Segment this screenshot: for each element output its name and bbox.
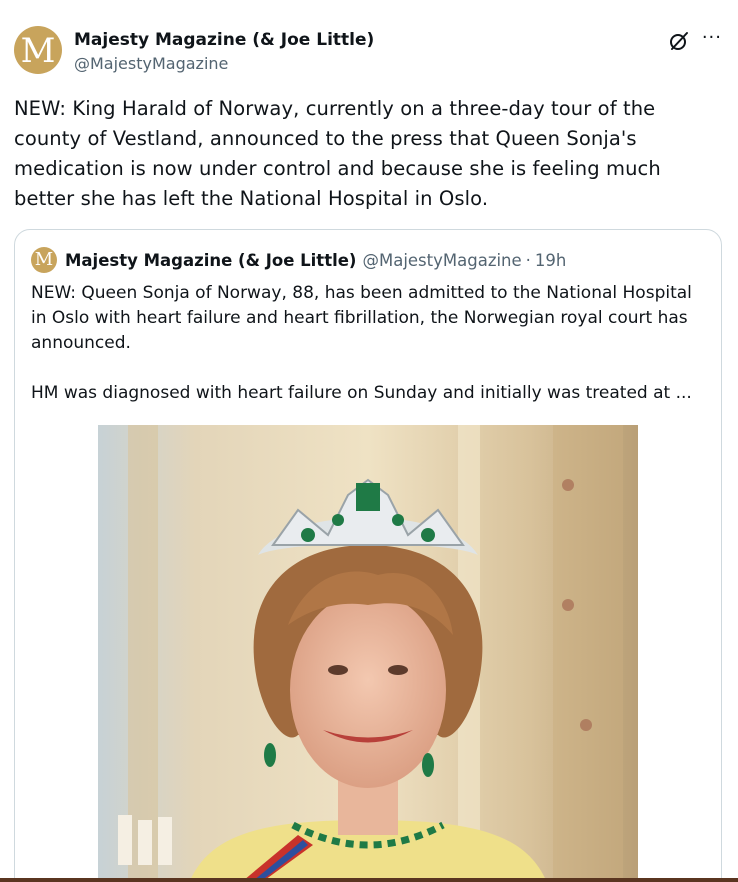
separator-dot: · xyxy=(525,250,531,270)
author-name[interactable]: Majesty Magazine (& Joe Little) xyxy=(74,29,374,51)
quoted-timestamp: 19h xyxy=(534,250,567,270)
quoted-tweet-header: M Majesty Magazine (& Joe Little) @Majes… xyxy=(31,247,566,273)
quoted-author-handle: @MajestyMagazine xyxy=(362,250,522,270)
more-icon[interactable]: ··· xyxy=(702,29,722,47)
bottom-divider xyxy=(0,878,738,882)
quoted-text: NEW: Queen Sonja of Norway, 88, has been… xyxy=(31,281,711,406)
avatar-letter: M xyxy=(20,31,56,71)
tweet: M Majesty Magazine (& Joe Little) @Majes… xyxy=(0,0,738,882)
quoted-author-name: Majesty Magazine (& Joe Little) xyxy=(65,250,357,270)
avatar[interactable]: M xyxy=(14,26,62,74)
quoted-paragraph-1: NEW: Queen Sonja of Norway, 88, has been… xyxy=(31,283,692,353)
tweet-actions: ··· xyxy=(666,28,722,54)
quoted-paragraph-2: HM was diagnosed with heart failure on S… xyxy=(31,383,692,403)
quoted-avatar: M xyxy=(31,247,57,273)
grok-icon[interactable] xyxy=(666,28,692,54)
queen-portrait-photo[interactable] xyxy=(98,425,638,882)
quoted-avatar-letter: M xyxy=(34,249,54,270)
quoted-tweet[interactable]: M Majesty Magazine (& Joe Little) @Majes… xyxy=(14,229,722,882)
author-block: Majesty Magazine (& Joe Little) @Majesty… xyxy=(74,29,374,75)
post-text: NEW: King Harald of Norway, currently on… xyxy=(14,97,661,210)
author-handle[interactable]: @MajestyMagazine xyxy=(74,53,374,75)
